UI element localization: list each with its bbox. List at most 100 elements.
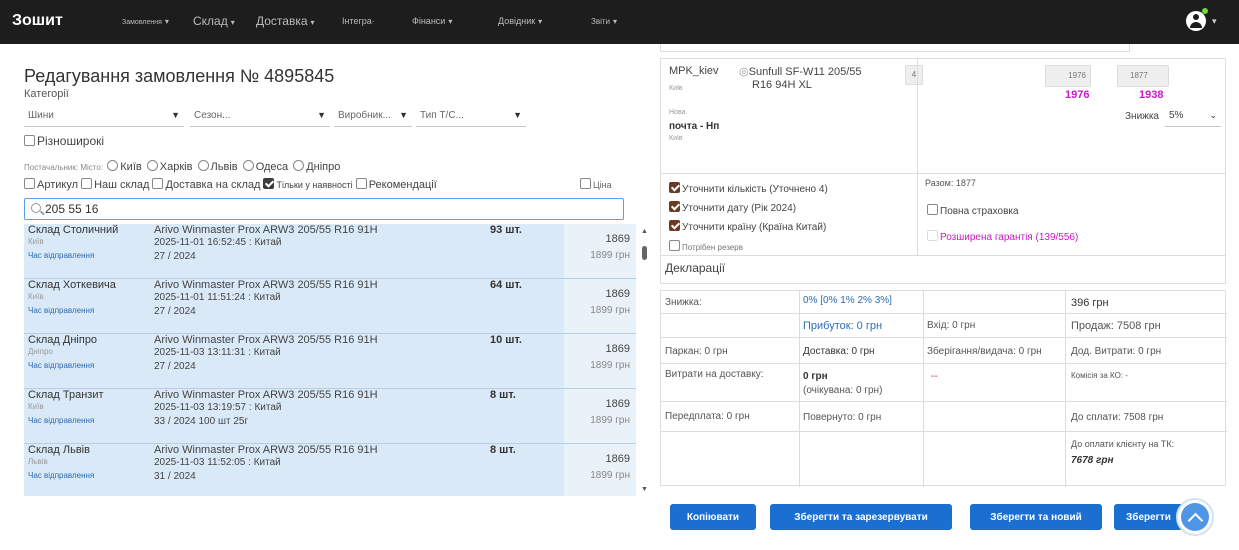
city-radio-lviv[interactable]	[197, 160, 209, 171]
list-item[interactable]: Склад Львів Львів Час відправлення Arivo…	[24, 444, 636, 496]
nav-orders-label: Замовлення	[122, 19, 162, 26]
cost-input[interactable]: 1976	[1045, 65, 1091, 87]
season-select[interactable]: Сезон... ▼	[190, 107, 330, 127]
city-radio-odesa[interactable]	[242, 160, 254, 171]
warranty-label: Розширена гарантія (139/556)	[940, 232, 1079, 243]
delivery-dash: --	[931, 371, 938, 382]
quantity-input[interactable]: 4	[905, 65, 923, 85]
product-year: 33 / 2024 100 шт 25г	[154, 416, 249, 427]
copy-button[interactable]: Копіювати	[670, 504, 756, 530]
insurance-option[interactable]: Повна страховка	[927, 204, 1019, 217]
save-reserve-button[interactable]: Зберегти та зарезервувати	[770, 504, 952, 530]
nav-reference-label: Довідник	[498, 16, 536, 26]
user-avatar-icon[interactable]	[1186, 11, 1206, 31]
discount-levels[interactable]: 0% [0% 1% 2% 3%]	[803, 295, 892, 306]
our-warehouse-checkbox[interactable]	[81, 178, 93, 189]
chevron-down-icon: ▼	[317, 110, 326, 120]
scroll-up-icon[interactable]: ▲	[641, 228, 648, 235]
scroll-thumb[interactable]	[642, 246, 647, 260]
wide-tires-label: Різноширокі	[37, 134, 105, 148]
nav-integrations[interactable]: Інтегра·	[342, 16, 375, 26]
warranty-checkbox[interactable]	[927, 230, 938, 241]
insurance-checkbox[interactable]	[927, 204, 938, 215]
scroll-down-icon[interactable]: ▼	[641, 486, 648, 493]
discount-select[interactable]: 5% ⌄	[1165, 107, 1221, 127]
scroll-top-icon[interactable]	[1176, 498, 1214, 536]
city-label: Львів	[210, 161, 238, 173]
city-label: Київ	[120, 161, 142, 173]
price-pink: 1938	[1139, 89, 1164, 101]
insurance-label: Повна страховка	[940, 206, 1019, 217]
product-date: 2025-11-03 13:19:57 : Китай	[154, 402, 282, 413]
nav-reports[interactable]: Звіти ▾	[591, 17, 617, 26]
reserve-option[interactable]: Потрібен резерв	[669, 240, 743, 252]
wide-tires-checkbox[interactable]	[24, 135, 35, 146]
price-label: Ціна	[593, 180, 612, 190]
list-item[interactable]: Склад Транзит Київ Час відправлення Ariv…	[24, 389, 636, 444]
article-checkbox[interactable]	[24, 178, 35, 189]
city-radio-kharkiv[interactable]	[146, 160, 158, 171]
type-select[interactable]: Шини ▼	[24, 107, 184, 127]
clarify-date-option[interactable]: Уточнити дату (Рік 2024)	[669, 201, 796, 214]
price: 1869	[605, 398, 630, 410]
reserve-checkbox[interactable]	[669, 240, 680, 251]
save-new-button[interactable]: Зберегти та новий	[970, 504, 1102, 530]
ship-time-link[interactable]: Час відправлення	[28, 251, 94, 260]
divider	[923, 291, 924, 487]
in-stock-checkbox[interactable]	[263, 178, 275, 189]
delivery-text: Доставка: 0 грн	[803, 346, 875, 357]
filter-options: Артикул Наш склад Доставка на склад Тіль…	[24, 178, 437, 191]
ship-time-link[interactable]: Час відправлення	[28, 361, 94, 370]
type-select-value: Шини	[28, 110, 54, 121]
product-title-line2: R16 94H XL	[752, 79, 812, 91]
list-scrollbar[interactable]: ▲ ▼	[638, 224, 650, 496]
search-input-value: 205 55 16	[45, 202, 99, 216]
nav-finance[interactable]: Фінанси ▾	[412, 16, 452, 26]
city-radio-dnipro[interactable]	[293, 160, 305, 171]
price-checkbox[interactable]	[580, 178, 591, 189]
app-logo[interactable]: Зошит	[12, 12, 63, 30]
reserve-label: Потрібен резерв	[682, 243, 743, 252]
price-option[interactable]: Ціна	[580, 178, 612, 190]
divider	[661, 313, 1227, 314]
nav-warehouse[interactable]: Склад ▾	[193, 14, 235, 28]
clarify-country-option[interactable]: Уточнити країну (Країна Китай)	[669, 220, 826, 233]
price-retail: 1899 грн	[590, 360, 630, 371]
stock-qty: 64 шт.	[490, 279, 522, 291]
clarify-qty-option[interactable]: Уточнити кількість (Уточнено 4)	[669, 182, 828, 195]
nav-finance-label: Фінанси	[412, 16, 446, 26]
ship-time-link[interactable]: Час відправлення	[28, 416, 94, 425]
divider	[661, 401, 1227, 402]
discount-amount: 396 грн	[1071, 297, 1109, 309]
ship-time-link[interactable]: Час відправлення	[28, 471, 94, 480]
ship-time-link[interactable]: Час відправлення	[28, 306, 94, 315]
city-radio-kyiv[interactable]	[107, 160, 119, 171]
nav-reference[interactable]: Довідник ▾	[498, 16, 542, 26]
delivery-warehouse-checkbox[interactable]	[152, 178, 164, 189]
clarify-date-checkbox[interactable]	[669, 201, 680, 212]
divider	[917, 174, 918, 256]
chevron-down-icon[interactable]: ▾	[1212, 16, 1217, 27]
divider	[1065, 291, 1066, 487]
list-item[interactable]: Склад Столичний Київ Час відправлення Ar…	[24, 224, 636, 279]
recommendations-checkbox[interactable]	[355, 178, 367, 189]
clarify-qty-checkbox[interactable]	[669, 182, 680, 193]
article-label: Артикул	[37, 179, 79, 191]
warranty-option[interactable]: Розширена гарантія (139/556)	[927, 230, 1078, 243]
list-item[interactable]: Склад Хоткевича Київ Час відправлення Ar…	[24, 279, 636, 334]
product-date: 2025-11-03 13:11:31 : Китай	[154, 347, 281, 358]
online-status-dot	[1202, 8, 1208, 14]
search-input[interactable]: 205 55 16	[24, 198, 624, 220]
list-item[interactable]: Склад Дніпро Дніпро Час відправлення Ari…	[24, 334, 636, 389]
vehicle-type-select[interactable]: Тип Т/С... ▼	[416, 107, 526, 127]
price-retail: 1899 грн	[590, 470, 630, 481]
clarify-country-checkbox[interactable]	[669, 220, 680, 231]
price-input[interactable]: 1877	[1117, 65, 1169, 87]
nav-orders[interactable]: Замовлення ▾	[122, 17, 169, 26]
chevron-down-icon: ▼	[171, 110, 180, 120]
nav-delivery[interactable]: Доставка ▾	[256, 14, 315, 28]
wide-tires-option[interactable]: Різноширокі	[24, 134, 104, 148]
stock-qty: 8 шт.	[490, 389, 516, 401]
manufacturer-select[interactable]: Виробник... ▼	[334, 107, 412, 127]
divider	[917, 59, 918, 175]
